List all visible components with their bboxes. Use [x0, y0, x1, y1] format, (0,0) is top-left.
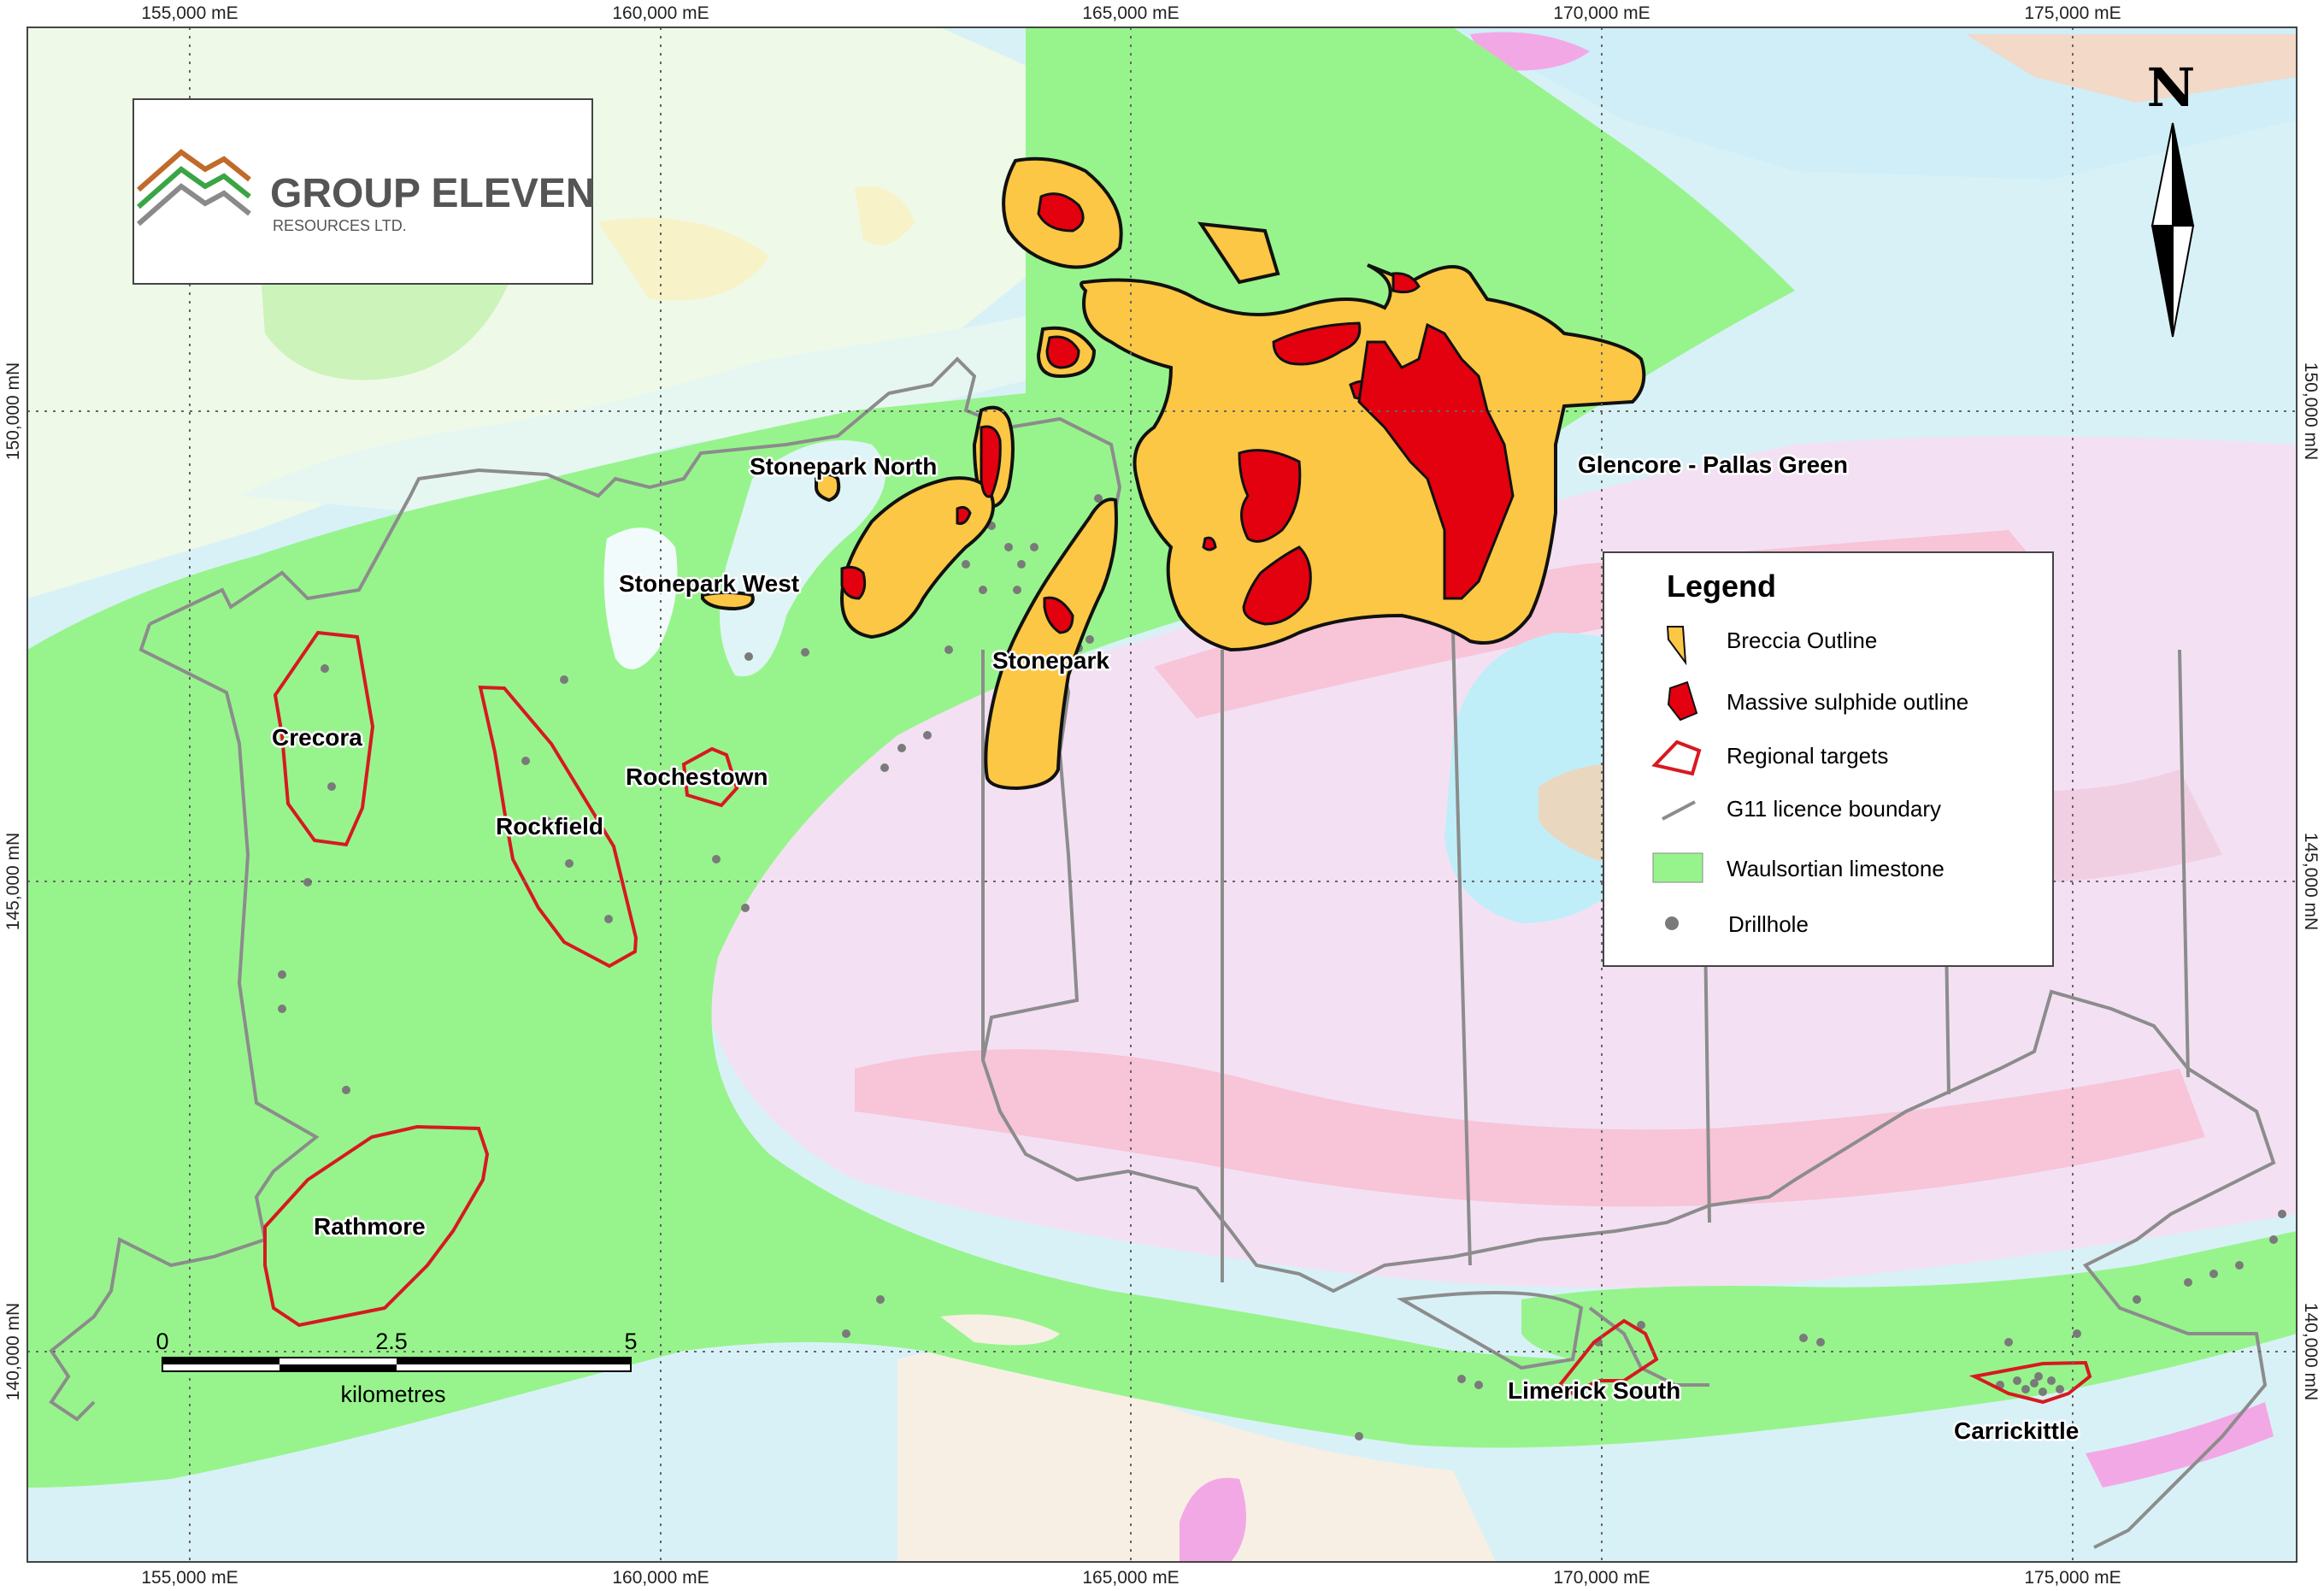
easting-top-170000: 170,000 mE: [1553, 3, 1650, 23]
easting-top-175000: 175,000 mE: [2024, 3, 2121, 23]
label-crecora: Crecora: [272, 724, 362, 751]
label-limerick-south: Limerick South: [1508, 1377, 1680, 1404]
logo-title: GROUP ELEVEN: [270, 171, 596, 216]
logo-box: GROUP ELEVEN RESOURCES LTD.: [132, 98, 596, 285]
legend-item-limestone: Waulsortian limestone: [1727, 856, 1945, 881]
label-stonepark-north: Stonepark North: [750, 453, 937, 480]
easting-top-155000: 155,000 mE: [141, 3, 238, 23]
legend-item-breccia: Breccia Outline: [1727, 628, 1877, 653]
label-carrickittle: Carrickittle: [1954, 1417, 2079, 1444]
label-rockfield: Rockfield: [496, 813, 603, 840]
label-stonepark-west: Stonepark West: [619, 570, 799, 597]
easting-top-165000: 165,000 mE: [1082, 3, 1179, 23]
easting-bottom-170000: 170,000 mE: [1553, 1568, 1650, 1588]
easting-bottom-155000: 155,000 mE: [141, 1568, 238, 1588]
drillhole-dot-icon: [1665, 916, 1679, 930]
scale-tick-2-5: 2.5: [375, 1329, 408, 1354]
northing-right-140000: 140,000 mN: [2301, 1303, 2321, 1400]
scale-segment-3: [397, 1358, 631, 1364]
north-label: N: [2147, 56, 2196, 119]
easting-bottom-160000: 160,000 mE: [612, 1568, 709, 1588]
northing-left-150000: 150,000 mN: [3, 362, 23, 460]
easting-top-160000: 160,000 mE: [612, 3, 709, 23]
label-rochestown: Rochestown: [626, 763, 768, 790]
logo-subtitle: RESOURCES LTD.: [273, 217, 407, 234]
limestone-swatch-icon: [1652, 852, 1703, 883]
northing-left-145000: 145,000 mN: [3, 833, 23, 930]
easting-bottom-165000: 165,000 mE: [1082, 1568, 1179, 1588]
scale-segment-1: [162, 1358, 279, 1364]
scale-tick-5: 5: [624, 1329, 637, 1354]
easting-bottom-175000: 175,000 mE: [2024, 1568, 2121, 1588]
label-glencore-pallas-green: Glencore - Pallas Green: [1578, 451, 1848, 478]
label-stonepark: Stonepark: [992, 647, 1109, 674]
map-stage: 155,000 mE 160,000 mE 165,000 mE 170,000…: [0, 0, 2324, 1591]
label-rathmore: Rathmore: [314, 1213, 426, 1240]
legend-title: Legend: [1667, 569, 1776, 604]
geology-map: 155,000 mE 160,000 mE 165,000 mE 170,000…: [0, 0, 2324, 1591]
scale-segment-2: [279, 1364, 397, 1371]
legend-item-sulphide: Massive sulphide outline: [1727, 689, 1968, 715]
legend-item-targets: Regional targets: [1727, 743, 1888, 769]
legend-item-boundary: G11 licence boundary: [1727, 796, 1941, 822]
scale-unit-label: kilometres: [340, 1382, 445, 1407]
northing-left-140000: 140,000 mN: [3, 1303, 23, 1400]
scale-tick-0: 0: [156, 1329, 168, 1354]
legend: Legend Breccia Outline Massive sulphide …: [1603, 551, 2054, 967]
northing-right-150000: 150,000 mN: [2301, 362, 2321, 460]
legend-item-drillhole: Drillhole: [1728, 911, 1809, 937]
northing-right-145000: 145,000 mN: [2301, 833, 2321, 930]
